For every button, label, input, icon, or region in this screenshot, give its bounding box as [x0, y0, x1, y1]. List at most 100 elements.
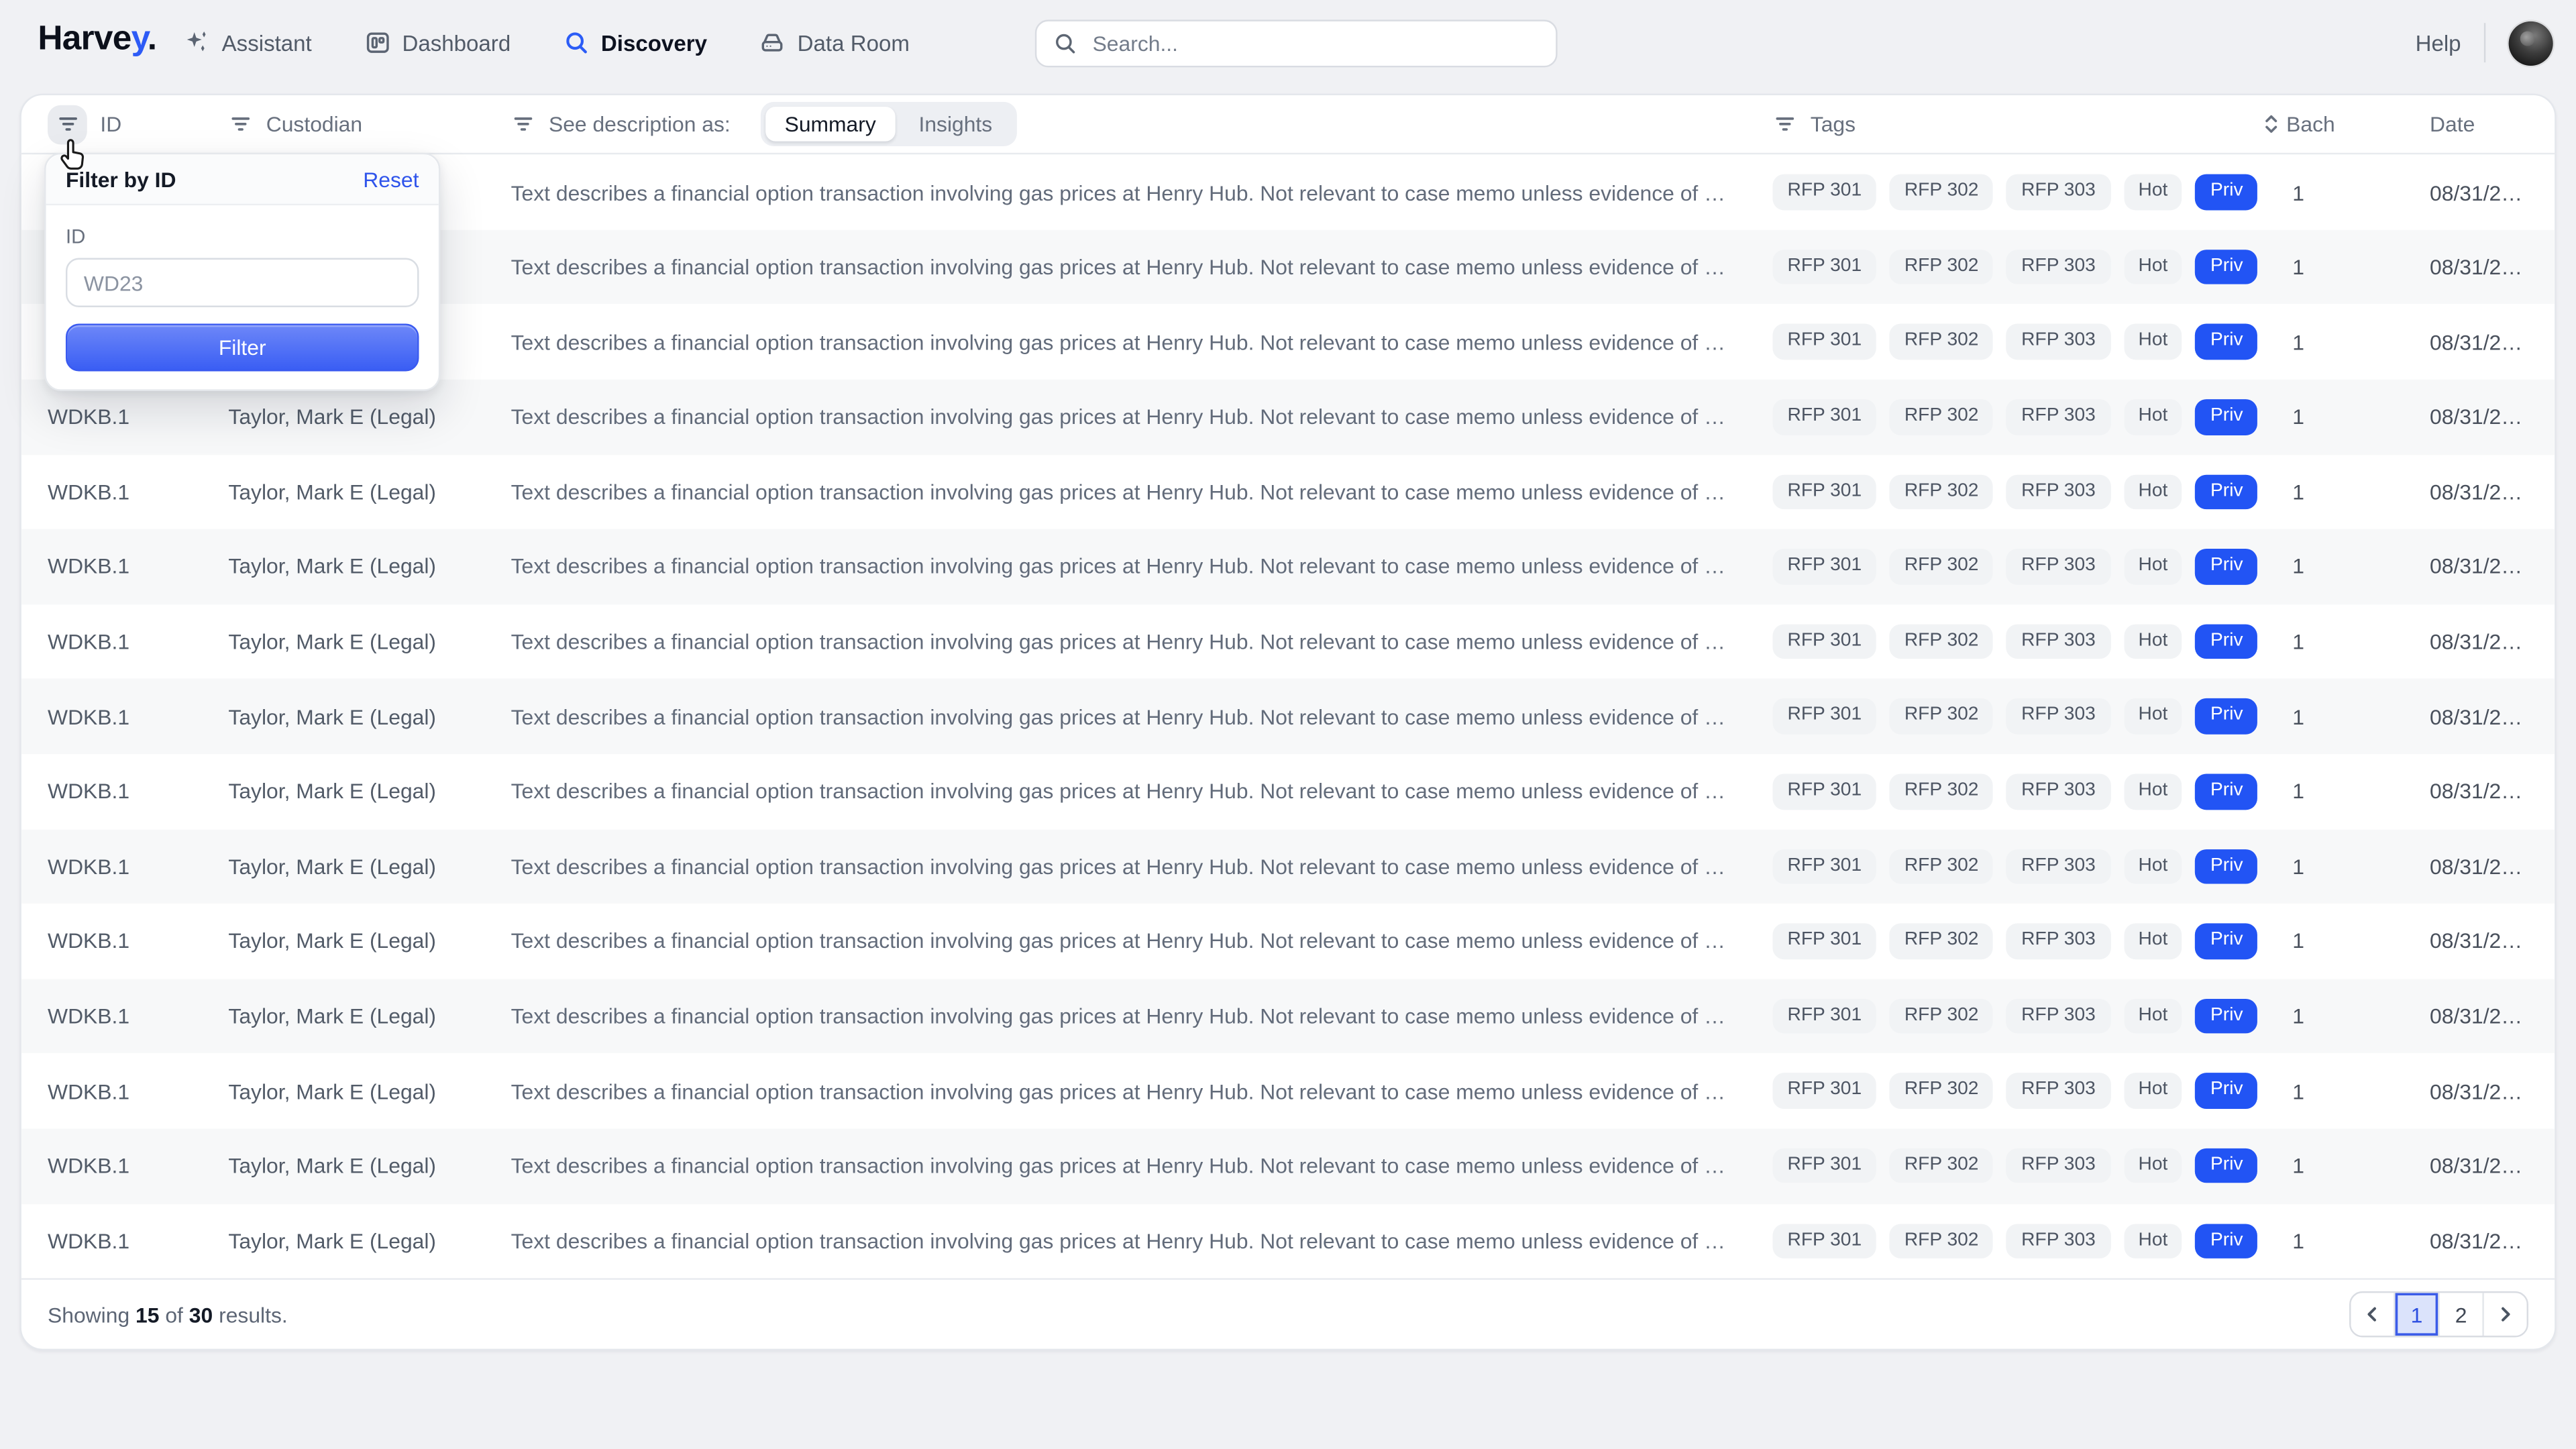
divider	[2484, 23, 2485, 62]
row-custodian: Taylor, Mark E (Legal)	[228, 1079, 511, 1104]
tag-pill[interactable]: RFP 302	[1890, 1223, 1994, 1258]
tag-pill[interactable]: RFP 301	[1772, 250, 1876, 285]
tag-pill[interactable]: RFP 302	[1890, 998, 1994, 1034]
prev-page-button[interactable]	[2351, 1293, 2395, 1336]
tag-pill[interactable]: Hot	[2123, 549, 2182, 585]
tag-pill[interactable]: Hot	[2123, 849, 2182, 884]
filter-id-button[interactable]	[48, 105, 87, 144]
tag-pill[interactable]: RFP 302	[1890, 474, 1994, 510]
row-tags: RFP 301 RFP 302 RFP 303 Hot Priv	[1772, 849, 2233, 884]
sort-icon[interactable]	[2261, 113, 2279, 135]
id-filter-input[interactable]	[66, 258, 419, 307]
tag-pill[interactable]: RFP 302	[1890, 174, 1994, 210]
row-description: Text describes a financial option transa…	[511, 854, 1773, 879]
tag-pill[interactable]: RFP 302	[1890, 774, 1994, 810]
tag-pill[interactable]: RFP 303	[2006, 1148, 2110, 1184]
tag-pill[interactable]: Hot	[2123, 998, 2182, 1034]
tag-pill[interactable]: Hot	[2123, 774, 2182, 810]
table-row[interactable]: WDKB.1 Taylor, Mark E (Legal) Text descr…	[21, 1054, 2555, 1129]
tag-pill[interactable]: Hot	[2123, 474, 2182, 510]
nav-item-assistant[interactable]: Assistant	[184, 30, 311, 56]
table-row[interactable]: WDKB.1 Taylor, Mark E (Legal) Text descr…	[21, 1203, 2555, 1279]
filter-custodian-button[interactable]	[228, 112, 253, 137]
tag-pill[interactable]: RFP 302	[1890, 624, 1994, 659]
page-1-button[interactable]: 1	[2396, 1293, 2440, 1336]
tag-pill[interactable]: RFP 302	[1890, 549, 1994, 585]
tag-pill[interactable]: RFP 301	[1772, 1148, 1876, 1184]
filter-description-button[interactable]	[511, 112, 536, 137]
tag-pill[interactable]: Hot	[2123, 174, 2182, 210]
tag-pill[interactable]: RFP 301	[1772, 924, 1876, 959]
next-page-button[interactable]	[2484, 1293, 2527, 1336]
tag-pill[interactable]: RFP 303	[2006, 699, 2110, 735]
tag-pill[interactable]: RFP 301	[1772, 624, 1876, 659]
tag-pill[interactable]: Hot	[2123, 624, 2182, 659]
table-row[interactable]: WDKB.1 Taylor, Mark E (Legal) Text descr…	[21, 454, 2555, 529]
table-row[interactable]: WDKB.1 Taylor, Mark E (Legal) Text descr…	[21, 529, 2555, 604]
tag-pill[interactable]: Hot	[2123, 250, 2182, 285]
tag-pill[interactable]: Hot	[2123, 325, 2182, 360]
table-row[interactable]: WDKB.1 Taylor, Mark E (Legal) Text descr…	[21, 1128, 2555, 1203]
tag-pill[interactable]: Hot	[2123, 1073, 2182, 1109]
tag-pill[interactable]: RFP 303	[2006, 849, 2110, 884]
tag-pill[interactable]: RFP 301	[1772, 1073, 1876, 1109]
search-input[interactable]	[1089, 30, 1540, 58]
tag-pill[interactable]: RFP 303	[2006, 998, 2110, 1034]
table-row[interactable]: WDKB.1 Taylor, Mark E (Legal) Text descr…	[21, 604, 2555, 680]
tag-pill[interactable]: RFP 301	[1772, 774, 1876, 810]
tag-pill[interactable]: RFP 303	[2006, 624, 2110, 659]
tag-pill[interactable]: RFP 303	[2006, 174, 2110, 210]
global-search[interactable]	[1035, 19, 1558, 67]
nav-item-discovery[interactable]: Discovery	[564, 30, 707, 56]
row-date: 08/31/2001	[2364, 180, 2528, 205]
table-row[interactable]: WDKB.1 Taylor, Mark E (Legal) Text descr…	[21, 754, 2555, 829]
tag-pill[interactable]: RFP 301	[1772, 549, 1876, 585]
reset-link[interactable]: Reset	[363, 167, 419, 192]
toggle-summary[interactable]: Summary	[765, 107, 896, 141]
tag-pill[interactable]: RFP 303	[2006, 250, 2110, 285]
tag-pill[interactable]: Hot	[2123, 1148, 2182, 1184]
column-header-custodian: Custodian	[228, 112, 511, 137]
tag-pill[interactable]: RFP 302	[1890, 1073, 1994, 1109]
tag-pill[interactable]: RFP 302	[1890, 849, 1994, 884]
tag-pill[interactable]: RFP 303	[2006, 774, 2110, 810]
toggle-insights[interactable]: Insights	[899, 107, 1012, 141]
table-row[interactable]: WDKB.1 Taylor, Mark E (Legal) Text descr…	[21, 904, 2555, 979]
table-row[interactable]: WDKB.1 Taylor, Mark E (Legal) Text descr…	[21, 679, 2555, 754]
user-avatar[interactable]	[2509, 21, 2553, 65]
page-2-button[interactable]: 2	[2440, 1293, 2484, 1336]
tag-pill[interactable]: RFP 301	[1772, 849, 1876, 884]
tag-pill[interactable]: RFP 302	[1890, 325, 1994, 360]
tag-pill[interactable]: RFP 301	[1772, 325, 1876, 360]
nav-item-dashboard[interactable]: Dashboard	[364, 30, 511, 56]
help-link[interactable]: Help	[2416, 30, 2461, 55]
tag-pill[interactable]: RFP 302	[1890, 250, 1994, 285]
table-row[interactable]: WDKB.1 Taylor, Mark E (Legal) Text descr…	[21, 979, 2555, 1054]
tag-pill[interactable]: RFP 303	[2006, 399, 2110, 435]
tag-pill[interactable]: RFP 301	[1772, 399, 1876, 435]
harvey-logo[interactable]: Harvey.	[38, 19, 156, 59]
table-row[interactable]: WDKB.1 Taylor, Mark E (Legal) Text descr…	[21, 829, 2555, 904]
tag-pill[interactable]: RFP 302	[1890, 1148, 1994, 1184]
tag-pill[interactable]: RFP 302	[1890, 399, 1994, 435]
tag-pill[interactable]: RFP 301	[1772, 998, 1876, 1034]
tag-pill[interactable]: RFP 301	[1772, 699, 1876, 735]
tag-pill[interactable]: RFP 302	[1890, 699, 1994, 735]
tag-pill[interactable]: RFP 303	[2006, 1073, 2110, 1109]
tag-pill[interactable]: Hot	[2123, 1223, 2182, 1258]
tag-pill[interactable]: RFP 303	[2006, 924, 2110, 959]
apply-filter-button[interactable]: Filter	[66, 323, 419, 371]
tag-pill[interactable]: RFP 303	[2006, 474, 2110, 510]
tag-pill[interactable]: Hot	[2123, 924, 2182, 959]
tag-pill[interactable]: RFP 301	[1772, 174, 1876, 210]
tag-pill[interactable]: Hot	[2123, 699, 2182, 735]
nav-item-data-room[interactable]: Data Room	[759, 30, 910, 56]
tag-pill[interactable]: RFP 301	[1772, 474, 1876, 510]
tag-pill[interactable]: RFP 303	[2006, 549, 2110, 585]
tag-pill[interactable]: Hot	[2123, 399, 2182, 435]
tag-pill[interactable]: RFP 301	[1772, 1223, 1876, 1258]
tag-pill[interactable]: RFP 302	[1890, 924, 1994, 959]
filter-tags-button[interactable]	[1772, 112, 1797, 137]
tag-pill[interactable]: RFP 303	[2006, 325, 2110, 360]
tag-pill[interactable]: RFP 303	[2006, 1223, 2110, 1258]
